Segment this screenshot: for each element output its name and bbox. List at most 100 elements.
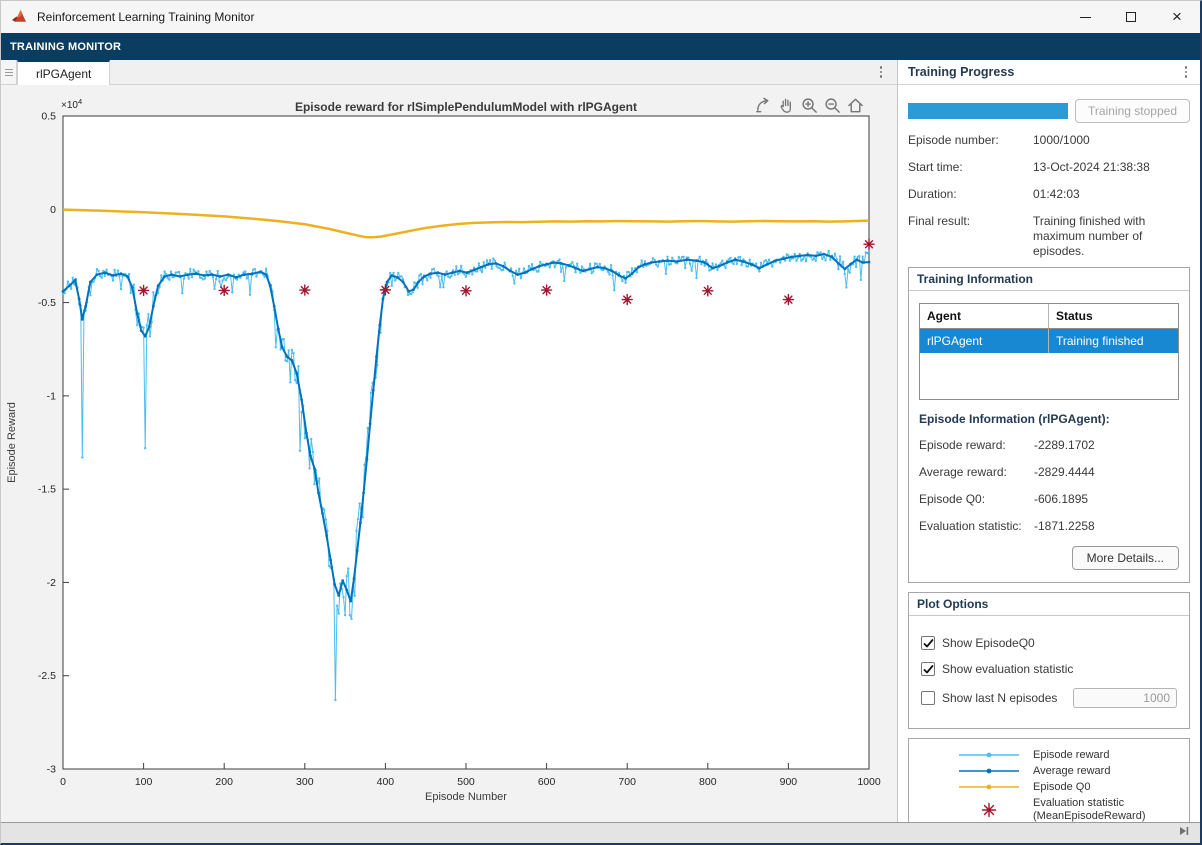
svg-text:-0.5: -0.5 xyxy=(38,297,56,309)
training-progress-bar xyxy=(908,103,1068,119)
toolstrip-tab-training-monitor[interactable]: TRAINING MONITOR xyxy=(1,41,121,53)
bottom-status-strip xyxy=(1,822,1200,843)
svg-text:Episode Reward: Episode Reward xyxy=(6,402,18,483)
window-controls: × xyxy=(1062,1,1200,33)
plot-options-title: Plot Options xyxy=(909,593,1189,616)
training-progress-panel: Training Progress Training stopped Episo… xyxy=(898,60,1200,822)
toolstrip: TRAINING MONITOR xyxy=(1,33,1200,60)
duration-label: Duration: xyxy=(908,187,1033,202)
chart-legend: Episode rewardAverage reward Episode Q0 Ev… xyxy=(908,738,1190,822)
legend-item: Average reward xyxy=(915,763,1183,779)
training-stopped-button[interactable]: Training stopped xyxy=(1075,99,1190,123)
episode-number-label: Episode number: xyxy=(908,133,1033,148)
show-episodeq0-checkbox[interactable] xyxy=(921,636,935,650)
svg-text:400: 400 xyxy=(377,776,395,788)
episode-information-title: Episode Information (rlPGAgent): xyxy=(919,412,1179,426)
tab-overflow-menu[interactable] xyxy=(877,60,886,84)
window-title: Reinforcement Learning Training Monitor xyxy=(37,10,254,24)
episode-reward-value: -2289.1702 xyxy=(1034,438,1095,452)
legend-item: Episode reward xyxy=(915,747,1183,763)
panel-header: Training Progress xyxy=(898,60,1200,85)
axes-toolbar xyxy=(753,95,865,115)
svg-text:-1: -1 xyxy=(47,390,56,402)
export-icon[interactable] xyxy=(753,95,773,115)
legend-label: Evaluation statistic(MeanEpisodeReward) xyxy=(1033,797,1146,822)
status-cell: Training finished xyxy=(1049,329,1178,353)
main-content-row: rlPGAgent 0.50-0.5-1-1.5-2-2.5-301002003… xyxy=(1,60,1200,822)
plot-option-row: Show EpisodeQ0 xyxy=(921,636,1177,650)
svg-text:0.5: 0.5 xyxy=(41,111,56,123)
show-last-n-episodes-checkbox[interactable] xyxy=(921,691,935,705)
legend-item: Episode Q0 xyxy=(915,779,1183,795)
episode-q0-label: Episode Q0: xyxy=(919,492,1034,506)
start-time-row: Start time: 13-Oct-2024 21:38:38 xyxy=(908,160,1190,175)
zoom-in-icon[interactable] xyxy=(799,95,819,115)
maximize-button[interactable] xyxy=(1108,1,1154,33)
svg-text:0: 0 xyxy=(50,204,56,216)
agent-status-table: Agent Status rlPGAgent Training finished xyxy=(919,303,1179,400)
plot-options-box: Plot Options Show EpisodeQ0 xyxy=(908,592,1190,729)
panel-menu-icon[interactable] xyxy=(1182,63,1191,81)
episode-q0-row: Episode Q0: -606.1895 xyxy=(919,492,1179,506)
final-result-row: Final result: Training finished with max… xyxy=(908,214,1190,259)
last-n-episodes-input[interactable] xyxy=(1073,688,1177,708)
minimize-icon xyxy=(1080,17,1091,18)
duration-value: 01:42:03 xyxy=(1033,187,1190,202)
line-dot-marker-icon xyxy=(955,750,1023,760)
tab-rlpgagent[interactable]: rlPGAgent xyxy=(17,60,110,85)
document-tab-bar: rlPGAgent xyxy=(1,60,897,85)
episode-number-value: 1000/1000 xyxy=(1033,133,1190,148)
progress-fill xyxy=(908,103,1068,119)
minimize-button[interactable] xyxy=(1062,1,1108,33)
svg-text:Episode reward for rlSimplePen: Episode reward for rlSimplePendulumModel… xyxy=(295,100,637,114)
svg-text:100: 100 xyxy=(135,776,153,788)
show-evaluation-statistic-label: Show evaluation statistic xyxy=(942,662,1073,676)
show-evaluation-statistic-checkbox[interactable] xyxy=(921,662,935,676)
close-button[interactable]: × xyxy=(1154,1,1200,33)
svg-text:200: 200 xyxy=(215,776,233,788)
average-reward-value: -2829.4444 xyxy=(1034,465,1095,479)
svg-text:Episode Number: Episode Number xyxy=(425,791,507,803)
matlab-logo-icon xyxy=(11,8,29,26)
collapse-panel-icon[interactable] xyxy=(1178,824,1190,842)
document-column: rlPGAgent 0.50-0.5-1-1.5-2-2.5-301002003… xyxy=(1,60,898,822)
duration-row: Duration: 01:42:03 xyxy=(908,187,1190,202)
agent-column-header: Agent xyxy=(920,304,1049,328)
plot-option-row: Show last N episodes xyxy=(921,688,1177,708)
svg-text:600: 600 xyxy=(538,776,556,788)
svg-text:0: 0 xyxy=(60,776,66,788)
title-bar: Reinforcement Learning Training Monitor … xyxy=(1,1,1200,33)
app-window: Reinforcement Learning Training Monitor … xyxy=(0,0,1202,845)
progress-row: Training stopped xyxy=(908,99,1190,123)
table-empty-area xyxy=(920,353,1178,399)
pan-icon[interactable] xyxy=(776,95,796,115)
table-row[interactable]: rlPGAgent Training finished xyxy=(920,329,1178,353)
svg-text:1000: 1000 xyxy=(857,776,881,788)
training-information-body: Agent Status rlPGAgent Training finished… xyxy=(909,291,1189,582)
svg-text:-3: -3 xyxy=(47,764,56,776)
final-result-label: Final result: xyxy=(908,214,1033,259)
svg-text:300: 300 xyxy=(296,776,314,788)
panel-title: Training Progress xyxy=(908,65,1014,79)
home-icon[interactable] xyxy=(845,95,865,115)
svg-text:-2: -2 xyxy=(47,577,56,589)
tab-grip-icon[interactable] xyxy=(1,60,17,84)
maximize-icon xyxy=(1126,12,1136,22)
average-reward-row: Average reward: -2829.4444 xyxy=(919,465,1179,479)
training-information-box: Training Information Agent Status rlPGAg… xyxy=(908,267,1190,583)
vertical-ellipsis-icon xyxy=(877,63,886,81)
close-icon: × xyxy=(1172,12,1182,22)
line-dot-marker-icon xyxy=(955,782,1023,792)
svg-text:-2.5: -2.5 xyxy=(38,670,56,682)
episode-reward-label: Episode reward: xyxy=(919,438,1034,452)
svg-text:800: 800 xyxy=(699,776,717,788)
plot-option-row: Show evaluation statistic xyxy=(921,662,1177,676)
svg-text:500: 500 xyxy=(457,776,475,788)
evaluation-statistic-value: -1871.2258 xyxy=(1034,519,1095,533)
zoom-out-icon[interactable] xyxy=(822,95,842,115)
more-details-button[interactable]: More Details... xyxy=(1072,546,1179,570)
legend-label: Episode Q0 xyxy=(1033,781,1090,794)
evaluation-statistic-row: Evaluation statistic: -1871.2258 xyxy=(919,519,1179,533)
svg-text:700: 700 xyxy=(618,776,636,788)
figure-area: 0.50-0.5-1-1.5-2-2.5-3010020030040050060… xyxy=(1,85,897,822)
